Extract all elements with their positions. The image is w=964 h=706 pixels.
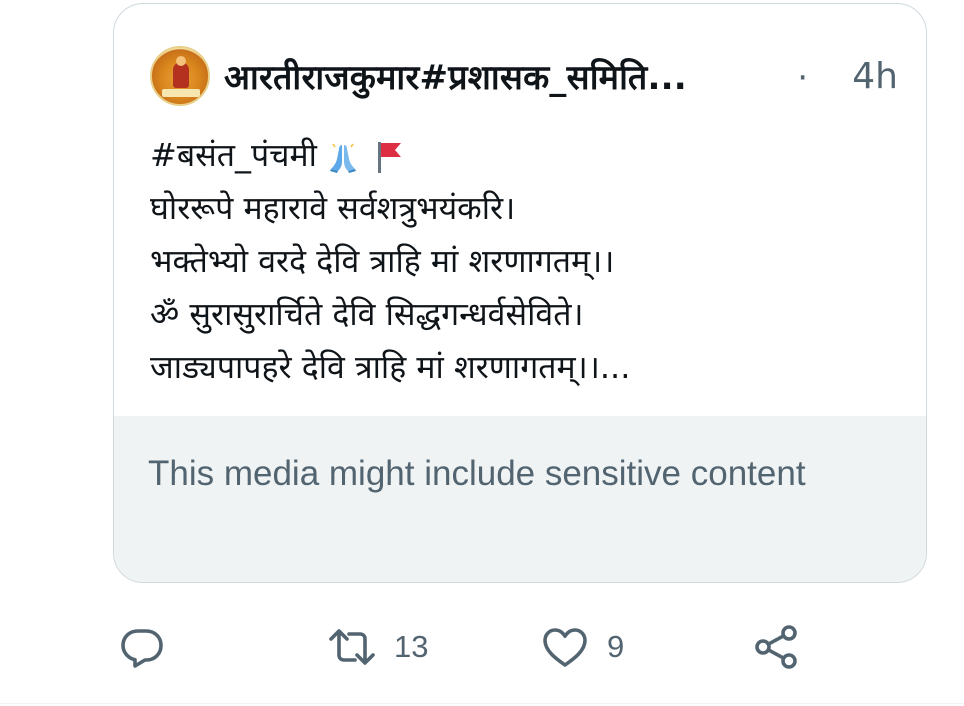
quoted-tweet-card[interactable]: आरतीराजकुमार#प्रशासक_समिति... · 4h #बसंत… [113,3,927,583]
avatar-band [162,89,200,97]
heart-icon [543,628,587,667]
text-line-3: ॐ सुरासुरार्चिते देवि सिद्धगन्धर्वसेविते… [150,295,584,333]
tweet-action-bar: 13 9 [0,612,964,682]
text-line-hashtag: #बसंत_पंचमी [150,129,900,182]
retweet-button[interactable]: 13 [328,612,428,682]
author-display-name[interactable]: आरतीराजकुमार#प्रशासक_समिति... [224,53,687,99]
text-line-1: घोररूपे महारावे सर्वशत्रुभयंकरि। [150,189,516,227]
bottom-divider [0,703,964,704]
hashtag-text[interactable]: #बसंत_पंचमी [150,136,317,174]
quoted-tweet-text: #बसंत_पंचमी घोररूपे महारावे सर्वशत्रुभयं… [150,129,900,394]
reply-icon [121,629,163,668]
red-flag-icon [377,142,401,173]
tweet-timestamp[interactable]: 4h [852,56,898,97]
time-separator: · [797,58,808,98]
sensitive-media-placeholder[interactable]: This media might include sensitive conte… [114,416,926,582]
like-button[interactable]: 9 [541,612,624,682]
text-line-2: भक्तेभ्यो वरदे देवि त्राहि मां शरणागतम्।… [150,242,615,280]
text-line-4: जाड्यपापहरे देवि त्राहि मां शरणागतम्।।..… [150,348,631,386]
share-icon [755,625,797,669]
reply-button[interactable] [118,612,166,682]
folded-hands-icon [329,143,356,173]
share-button[interactable] [752,612,800,682]
retweet-icon [329,629,375,665]
sensitive-media-notice: This media might include sensitive conte… [148,454,806,493]
avatar-head [176,56,186,66]
quoted-tweet-header: आरतीराजकुमार#प्रशासक_समिति... · 4h [150,44,900,108]
author-avatar[interactable] [150,46,210,106]
like-count: 9 [607,629,625,664]
tweet-page: आरतीराजकुमार#प्रशासक_समिति... · 4h #बसंत… [0,0,964,706]
retweet-count: 13 [394,629,429,664]
